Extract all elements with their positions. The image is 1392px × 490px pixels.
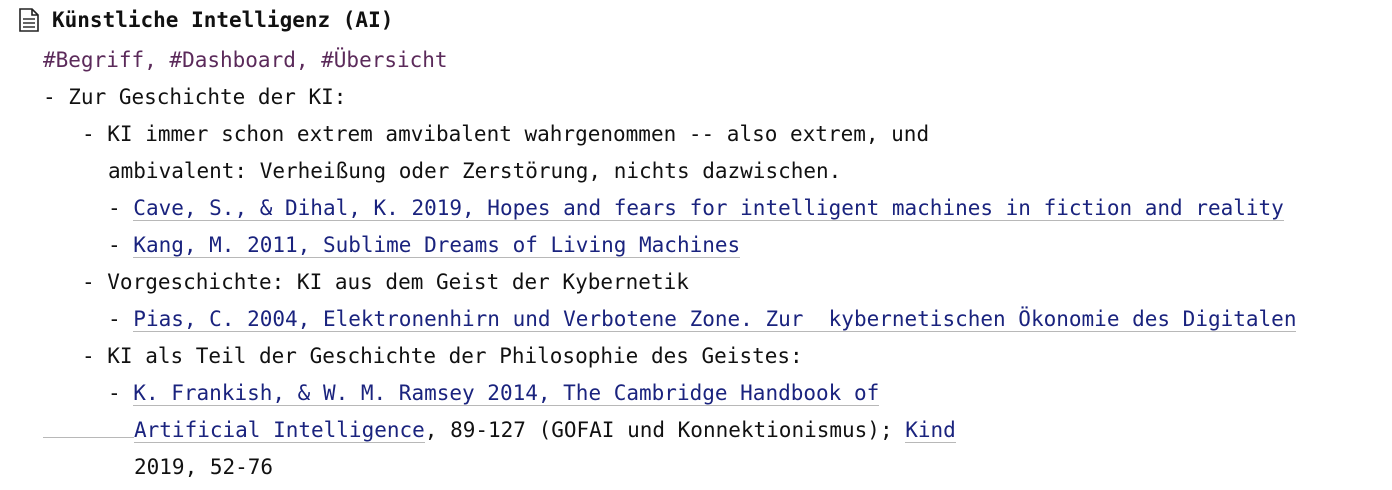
tag-list[interactable]: #Begriff, #Dashboard, #Übersicht — [43, 46, 448, 74]
kind-pages: 2019, 52-76 — [134, 455, 274, 479]
outline-item-ambivalence-cont: ambivalent: Verheißung oder Zerstörung, … — [108, 159, 842, 183]
link-underline-wrap — [43, 437, 134, 438]
document-icon — [16, 7, 42, 33]
list-item-cave: - Cave, S., & Dihal, K. 2019, Hopes and … — [108, 194, 1284, 222]
page-header: Künstliche Intelligenz (AI) — [16, 6, 393, 34]
bullet: - — [108, 381, 134, 405]
list-item-kang: - Kang, M. 2011, Sublime Dreams of Livin… — [108, 231, 741, 259]
outline-item-ambivalence: - KI immer schon extrem amvibalent wahrg… — [82, 122, 930, 146]
reference-link-pias[interactable]: Pias, C. 2004, Elektronenhirn und Verbot… — [133, 307, 1297, 332]
reference-link-frankish[interactable]: K. Frankish, & W. M. Ramsey 2014, The Ca… — [133, 381, 880, 406]
reference-link-kind[interactable]: Kind — [905, 418, 956, 443]
reference-link-cave[interactable]: Cave, S., & Dihal, K. 2019, Hopes and fe… — [133, 196, 1284, 221]
bullet: - — [108, 196, 134, 220]
pages-text: , 89-127 (GOFAI und Konnektionismus); — [424, 418, 906, 442]
outline-item-philosophy: - KI als Teil der Geschichte der Philoso… — [82, 344, 803, 368]
reference-link-frankish-cont[interactable]: Artificial Intelligence — [134, 418, 425, 443]
bullet: - — [108, 233, 134, 257]
reference-link-kang[interactable]: Kang, M. 2011, Sublime Dreams of Living … — [133, 233, 741, 258]
list-item-pias: - Pias, C. 2004, Elektronenhirn und Verb… — [108, 305, 1297, 333]
bullet: - — [108, 307, 134, 331]
outline-item-history: - Zur Geschichte der KI: — [43, 85, 347, 109]
page-title: Künstliche Intelligenz (AI) — [52, 8, 394, 32]
outline-item-prehistory: - Vorgeschichte: KI aus dem Geist der Ky… — [82, 270, 689, 294]
list-item-frankish-cont: Artificial Intelligence, 89-127 (GOFAI u… — [134, 416, 956, 444]
list-item-frankish: - K. Frankish, & W. M. Ramsey 2014, The … — [108, 379, 880, 407]
